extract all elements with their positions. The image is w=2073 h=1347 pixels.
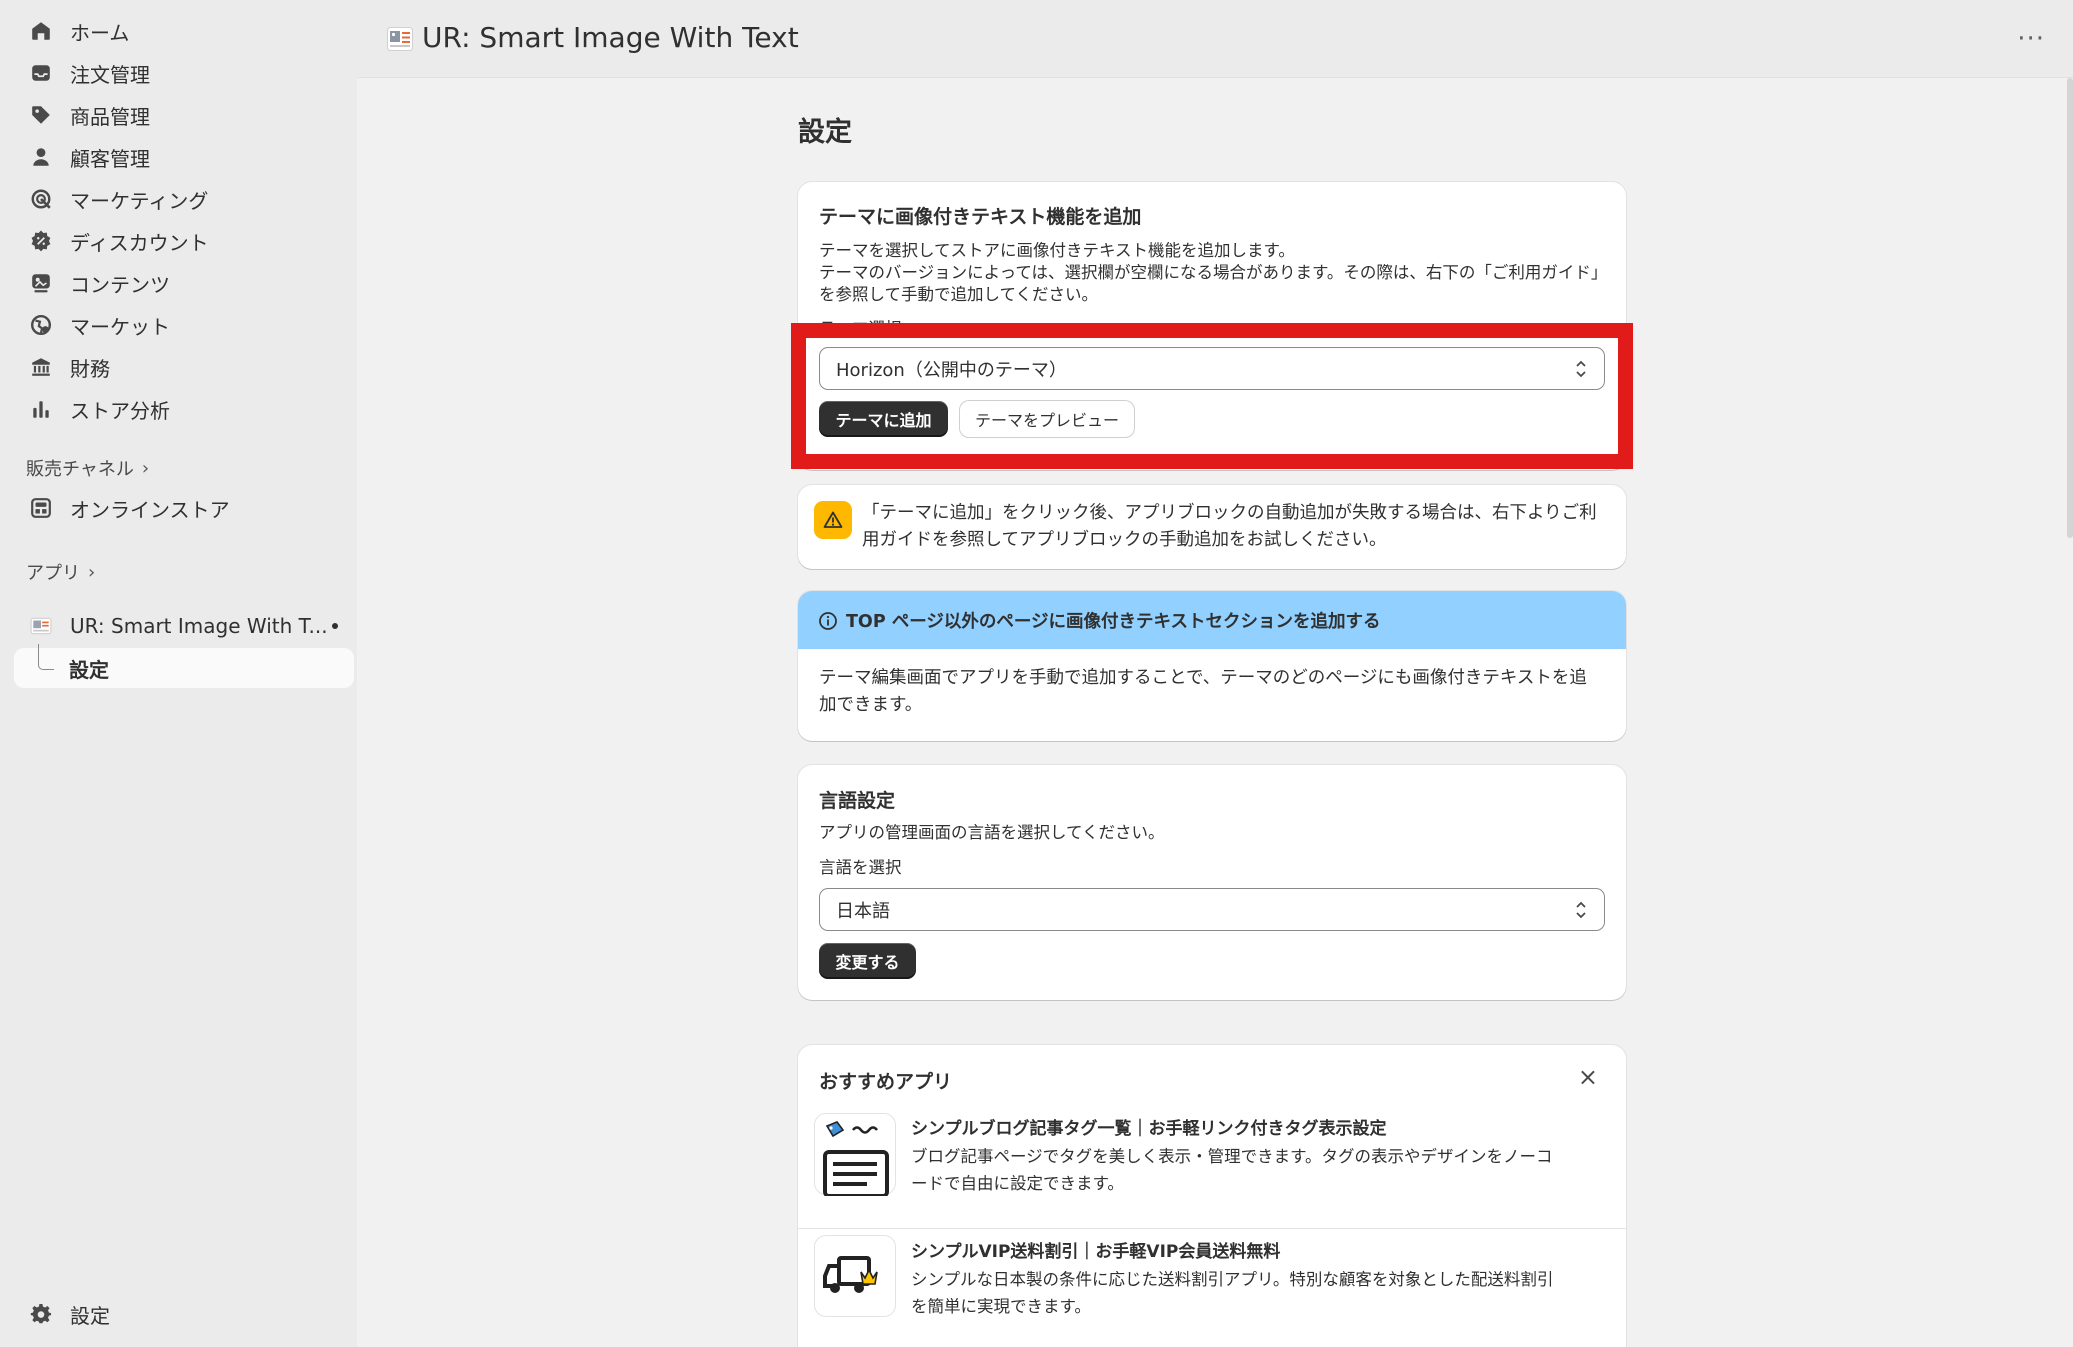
description-line: シンプルな日本製の条件に応じた送料割引アプリ。特別な顧客を対象とした配送料割引 [911, 1270, 1554, 1289]
sidebar: ホーム 注文管理 商品管理 顧客管理 マーケティング ディスカウント コンテンツ… [0, 0, 357, 1347]
info-banner: TOP ページ以外のページに画像付きテキストセクションを追加する テーマ編集画面… [798, 591, 1626, 741]
highlight-box [791, 323, 1633, 469]
chart-bars-icon [28, 396, 54, 422]
warning-banner: 「テーマに追加」をクリック後、アプリブロックの自動追加が失敗する場合は、右下より… [798, 485, 1626, 569]
sales-channels-header[interactable]: 販売チャネル › [26, 455, 149, 481]
sidebar-item-label: コンテンツ [70, 272, 170, 297]
target-icon [28, 186, 54, 212]
recommended-app-title: シンプルVIP送料割引｜お手軽VIP会員送料無料 [911, 1242, 1281, 1262]
description-line: ードで自由に設定できます。 [911, 1174, 1124, 1193]
app-name: UR: Smart Image With T... [70, 614, 328, 638]
recommended-app-description: シンプルな日本製の条件に応じた送料割引アプリ。特別な顧客を対象とした配送料割引 … [911, 1266, 1611, 1320]
scrollbar[interactable] [2067, 78, 2073, 538]
sidebar-item-label: ディスカウント [70, 230, 209, 255]
sidebar-item-label: 設定 [70, 1303, 110, 1328]
description-line: を参照して手動で追加してください。 [819, 285, 1099, 304]
sidebar-item-label: 顧客管理 [70, 146, 150, 171]
language-select-value: 日本語 [836, 900, 890, 922]
sidebar-item-app-settings[interactable]: 設定 [14, 644, 354, 688]
discount-icon [28, 228, 54, 254]
storefront-icon [28, 495, 54, 521]
recommended-apps-card: おすすめアプリ × シンプルブログ記事タグ一覧｜お手軽リンク付きタグ表示設定 ブ… [798, 1045, 1626, 1347]
home-icon [28, 18, 54, 44]
description-line: テーマを選択してストアに画像付きテキスト機能を追加します。 [819, 241, 1295, 260]
apps-header[interactable]: アプリ › [26, 559, 95, 585]
chevron-updown-icon [1576, 901, 1586, 919]
info-banner-text: テーマ編集画面でアプリを手動で追加することで、テーマのどのページにも画像付きテキ… [819, 665, 1587, 719]
tree-connector-icon [38, 644, 54, 670]
language-select-label: 言語を選択 [819, 858, 902, 877]
sidebar-item-label: マーケット [70, 314, 170, 339]
sidebar-item-settings[interactable]: 設定 [14, 1294, 354, 1334]
person-icon [28, 144, 54, 170]
language-card-description: アプリの管理画面の言語を選択してください。 [819, 823, 1165, 842]
vip-shipping-app-icon [814, 1235, 896, 1317]
sidebar-item-label: 商品管理 [70, 104, 150, 129]
sidebar-item-markets[interactable]: マーケット [14, 305, 354, 345]
sidebar-item-label: ホーム [70, 20, 130, 45]
warning-icon [814, 501, 852, 539]
chevron-right-icon: › [141, 457, 150, 479]
sidebar-item-finance[interactable]: 財務 [14, 347, 354, 387]
recommended-app-item[interactable]: シンプルVIP送料割引｜お手軽VIP会員送料無料 シンプルな日本製の条件に応じた… [798, 1231, 1626, 1347]
language-card-title: 言語設定 [819, 790, 896, 812]
info-banner-title: TOP ページ以外のページに画像付きテキストセクションを追加する [846, 612, 1381, 632]
more-actions-button[interactable]: ··· [2017, 24, 2045, 54]
info-banner-header: TOP ページ以外のページに画像付きテキストセクションを追加する [798, 591, 1626, 649]
sidebar-item-marketing[interactable]: マーケティング [14, 179, 354, 219]
description-line: テーマのバージョンによっては、選択欄が空欄になる場合があります。その際は、右下の… [819, 263, 1608, 282]
sidebar-item-products[interactable]: 商品管理 [14, 95, 354, 135]
app-logo-icon [28, 613, 54, 639]
sidebar-item-label: マーケティング [70, 188, 209, 213]
pin-dot-icon [332, 623, 338, 629]
sidebar-item-app[interactable]: UR: Smart Image With T... [14, 606, 354, 646]
sidebar-item-label: 財務 [70, 356, 110, 381]
theme-card-title: テーマに画像付きテキスト機能を追加 [819, 206, 1142, 228]
language-select[interactable]: 日本語 [819, 888, 1605, 931]
close-icon[interactable]: × [1578, 1063, 1598, 1091]
recommended-app-title: シンプルブログ記事タグ一覧｜お手軽リンク付きタグ表示設定 [911, 1119, 1387, 1139]
blog-tag-app-icon [814, 1113, 896, 1198]
settings-heading: 設定 [798, 117, 852, 148]
description-line: を簡単に実現できます。 [911, 1297, 1091, 1316]
language-card: 言語設定 アプリの管理画面の言語を選択してください。 言語を選択 日本語 変更す… [798, 765, 1626, 1000]
page-title: UR: Smart Image With Text [422, 21, 799, 54]
sidebar-item-label: 設定 [69, 657, 109, 682]
globe-icon [28, 312, 54, 338]
sidebar-item-discounts[interactable]: ディスカウント [14, 221, 354, 261]
warning-text: 「テーマに追加」をクリック後、アプリブロックの自動追加が失敗する場合は、右下より… [862, 500, 1597, 554]
sales-channels-label: 販売チャネル [26, 459, 134, 480]
description-line: ブログ記事ページでタグを美しく表示・管理できます。タグの表示やデザインをノーコ [911, 1147, 1553, 1166]
sidebar-item-orders[interactable]: 注文管理 [14, 53, 354, 93]
sidebar-item-home[interactable]: ホーム [14, 11, 354, 51]
sidebar-item-content[interactable]: コンテンツ [14, 263, 354, 303]
info-icon [819, 612, 837, 630]
warning-line: 用ガイドを参照してアプリブロックの手動追加をお試しください。 [862, 530, 1387, 550]
chevron-right-icon: › [88, 561, 96, 583]
top-bar: UR: Smart Image With Text ··· [357, 0, 2073, 78]
gear-icon [28, 1301, 54, 1327]
sidebar-item-label: オンラインストア [70, 497, 230, 522]
info-line: 加できます。 [819, 695, 923, 715]
sidebar-item-label: 注文管理 [70, 62, 150, 87]
app-logo-icon [387, 27, 413, 51]
bank-icon [28, 354, 54, 380]
recommended-apps-title: おすすめアプリ [819, 1071, 953, 1093]
content-icon [28, 270, 54, 296]
sidebar-item-analytics[interactable]: ストア分析 [14, 389, 354, 429]
tag-icon [28, 102, 54, 128]
recommended-app-item[interactable]: シンプルブログ記事タグ一覧｜お手軽リンク付きタグ表示設定 ブログ記事ページでタグ… [798, 1113, 1626, 1229]
sidebar-item-label: ストア分析 [70, 398, 170, 423]
apps-label: アプリ [26, 563, 80, 584]
sidebar-item-customers[interactable]: 顧客管理 [14, 137, 354, 177]
change-language-button[interactable]: 変更する [819, 943, 916, 979]
sidebar-item-online-store[interactable]: オンラインストア [14, 488, 354, 528]
info-line: テーマ編集画面でアプリを手動で追加することで、テーマのどのページにも画像付きテキ… [819, 668, 1587, 688]
inbox-icon [28, 60, 54, 86]
theme-card-description: テーマを選択してストアに画像付きテキスト機能を追加します。 テーマのバージョンに… [819, 240, 1607, 306]
warning-line: 「テーマに追加」をクリック後、アプリブロックの自動追加が失敗する場合は、右下より… [862, 503, 1597, 523]
recommended-app-description: ブログ記事ページでタグを美しく表示・管理できます。タグの表示やデザインをノーコ … [911, 1143, 1611, 1197]
